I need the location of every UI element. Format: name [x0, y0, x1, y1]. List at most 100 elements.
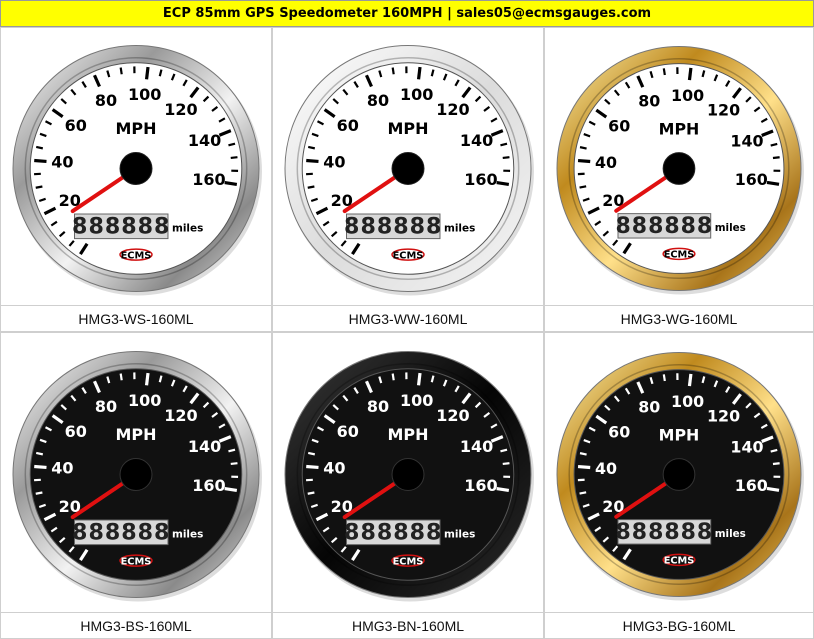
scale-tick: [662, 374, 666, 382]
gauge-image: 020406080100120140160MPH888888milesECMS: [273, 28, 543, 305]
model-label: HMG3-WS-160ML: [1, 305, 271, 332]
brand-logo: ECMS: [393, 250, 424, 261]
model-label: HMG3-BN-160ML: [273, 612, 543, 639]
speedometer-gauge: 020406080100120140160MPH888888milesECMS: [556, 352, 804, 601]
scale-tick: [144, 66, 150, 80]
scale-number: 60: [65, 422, 87, 441]
scale-tick: [224, 180, 238, 187]
needle-hub: [119, 152, 153, 185]
odometer-digits: 888888: [344, 214, 442, 240]
needle-hub: [662, 152, 696, 185]
scale-number: 120: [436, 100, 469, 119]
scale-number: 160: [735, 170, 768, 189]
odometer-unit: miles: [444, 223, 475, 235]
scale-number: 60: [608, 116, 630, 135]
gauge-card[interactable]: 020406080100120140160MPH888888milesECMSH…: [272, 332, 544, 639]
scale-number: 100: [400, 85, 433, 104]
odometer-digits: 888888: [344, 520, 442, 546]
scale-tick: [35, 145, 44, 150]
brand-logo: ECMS: [121, 556, 152, 567]
scale-tick: [496, 486, 510, 493]
scale-tick: [307, 451, 316, 456]
brand-logo: ECMS: [121, 250, 152, 261]
unit-label: MPH: [116, 119, 157, 138]
scale-tick: [119, 373, 123, 381]
header-title: ECP 85mm GPS Speedometer 160MPH | sales0…: [162, 6, 652, 21]
model-label: HMG3-BG-160ML: [545, 612, 813, 639]
scale-number: 160: [464, 476, 497, 495]
page-header: ECP 85mm GPS Speedometer 160MPH | sales0…: [0, 0, 814, 27]
odometer-digits: 888888: [72, 214, 170, 240]
gauge-image: 020406080100120140160MPH888888milesECMS: [273, 333, 543, 612]
scale-tick: [144, 372, 150, 386]
gauge-card[interactable]: 020406080100120140160MPH888888milesECMSH…: [272, 27, 544, 332]
scale-number: 100: [671, 86, 704, 105]
gauge-card[interactable]: 020406080100120140160MPH888888milesECMSH…: [544, 332, 814, 639]
needle-hub: [119, 458, 153, 491]
scale-tick: [307, 491, 315, 495]
needle-hub: [391, 152, 425, 185]
scale-tick: [34, 464, 47, 470]
scale-number: 160: [735, 476, 768, 495]
odometer-unit: miles: [172, 223, 203, 235]
gauge-card[interactable]: 020406080100120140160MPH888888milesECMSH…: [544, 27, 814, 332]
odometer-digits: 888888: [616, 520, 714, 545]
gauge-image: 020406080100120140160MPH888888milesECMS: [1, 333, 271, 612]
unit-label: MPH: [388, 119, 429, 138]
model-label: HMG3-WW-160ML: [273, 305, 543, 332]
gauge-image: 020406080100120140160MPH888888milesECMS: [1, 28, 271, 305]
scale-tick: [306, 464, 319, 470]
unit-label: MPH: [116, 425, 157, 444]
gauge-card[interactable]: 020406080100120140160MPH888888milesECMSH…: [0, 332, 272, 639]
scale-tick: [577, 464, 591, 470]
scale-number: 40: [595, 153, 617, 172]
scale-number: 100: [128, 85, 161, 104]
scale-tick: [579, 185, 587, 189]
gauge-grid: 020406080100120140160MPH888888milesECMSH…: [0, 27, 814, 639]
scale-number: 40: [51, 153, 73, 172]
scale-number: 120: [164, 100, 197, 119]
speedometer-gauge: 020406080100120140160MPH888888milesECMS: [284, 351, 534, 602]
brand-logo: ECMS: [664, 250, 695, 261]
gauge-card[interactable]: 020406080100120140160MPH888888milesECMSH…: [0, 27, 272, 332]
unit-label: MPH: [388, 425, 429, 444]
scale-tick: [306, 158, 319, 164]
gauge-image: 020406080100120140160MPH888888milesECMS: [545, 333, 813, 612]
scale-number: 160: [464, 170, 497, 189]
odometer-unit: miles: [715, 222, 746, 234]
scale-number: 140: [188, 437, 221, 456]
scale-number: 120: [164, 406, 197, 425]
gauge-image: 020406080100120140160MPH888888milesECMS: [545, 28, 813, 305]
scale-number: 60: [608, 422, 630, 441]
scale-number: 80: [95, 91, 117, 110]
scale-number: 60: [337, 116, 359, 135]
scale-number: 80: [367, 397, 389, 416]
scale-tick: [579, 452, 587, 456]
scale-tick: [416, 66, 422, 80]
scale-tick: [391, 67, 395, 75]
scale-tick: [391, 373, 395, 381]
scale-number: 140: [460, 131, 493, 150]
scale-tick: [579, 491, 587, 495]
unit-label: MPH: [659, 119, 700, 138]
scale-number: 140: [730, 131, 763, 150]
scale-tick: [230, 462, 238, 466]
scale-tick: [35, 491, 43, 495]
scale-tick: [766, 486, 780, 492]
scale-tick: [772, 156, 780, 160]
scale-tick: [307, 185, 315, 189]
unit-label: MPH: [659, 425, 700, 444]
scale-number: 80: [367, 91, 389, 110]
speedometer-gauge: 020406080100120140160MPH888888milesECMS: [556, 46, 804, 295]
scale-number: 140: [730, 437, 763, 456]
brand-logo: ECMS: [393, 556, 424, 567]
scale-tick: [119, 67, 123, 75]
odometer-unit: miles: [444, 529, 475, 541]
odometer-unit: miles: [172, 529, 203, 541]
page: ECP 85mm GPS Speedometer 160MPH | sales0…: [0, 0, 814, 639]
odometer-digits: 888888: [72, 520, 170, 546]
scale-tick: [766, 180, 780, 186]
scale-number: 40: [323, 153, 345, 172]
scale-number: 80: [638, 92, 660, 111]
scale-tick: [307, 145, 316, 150]
